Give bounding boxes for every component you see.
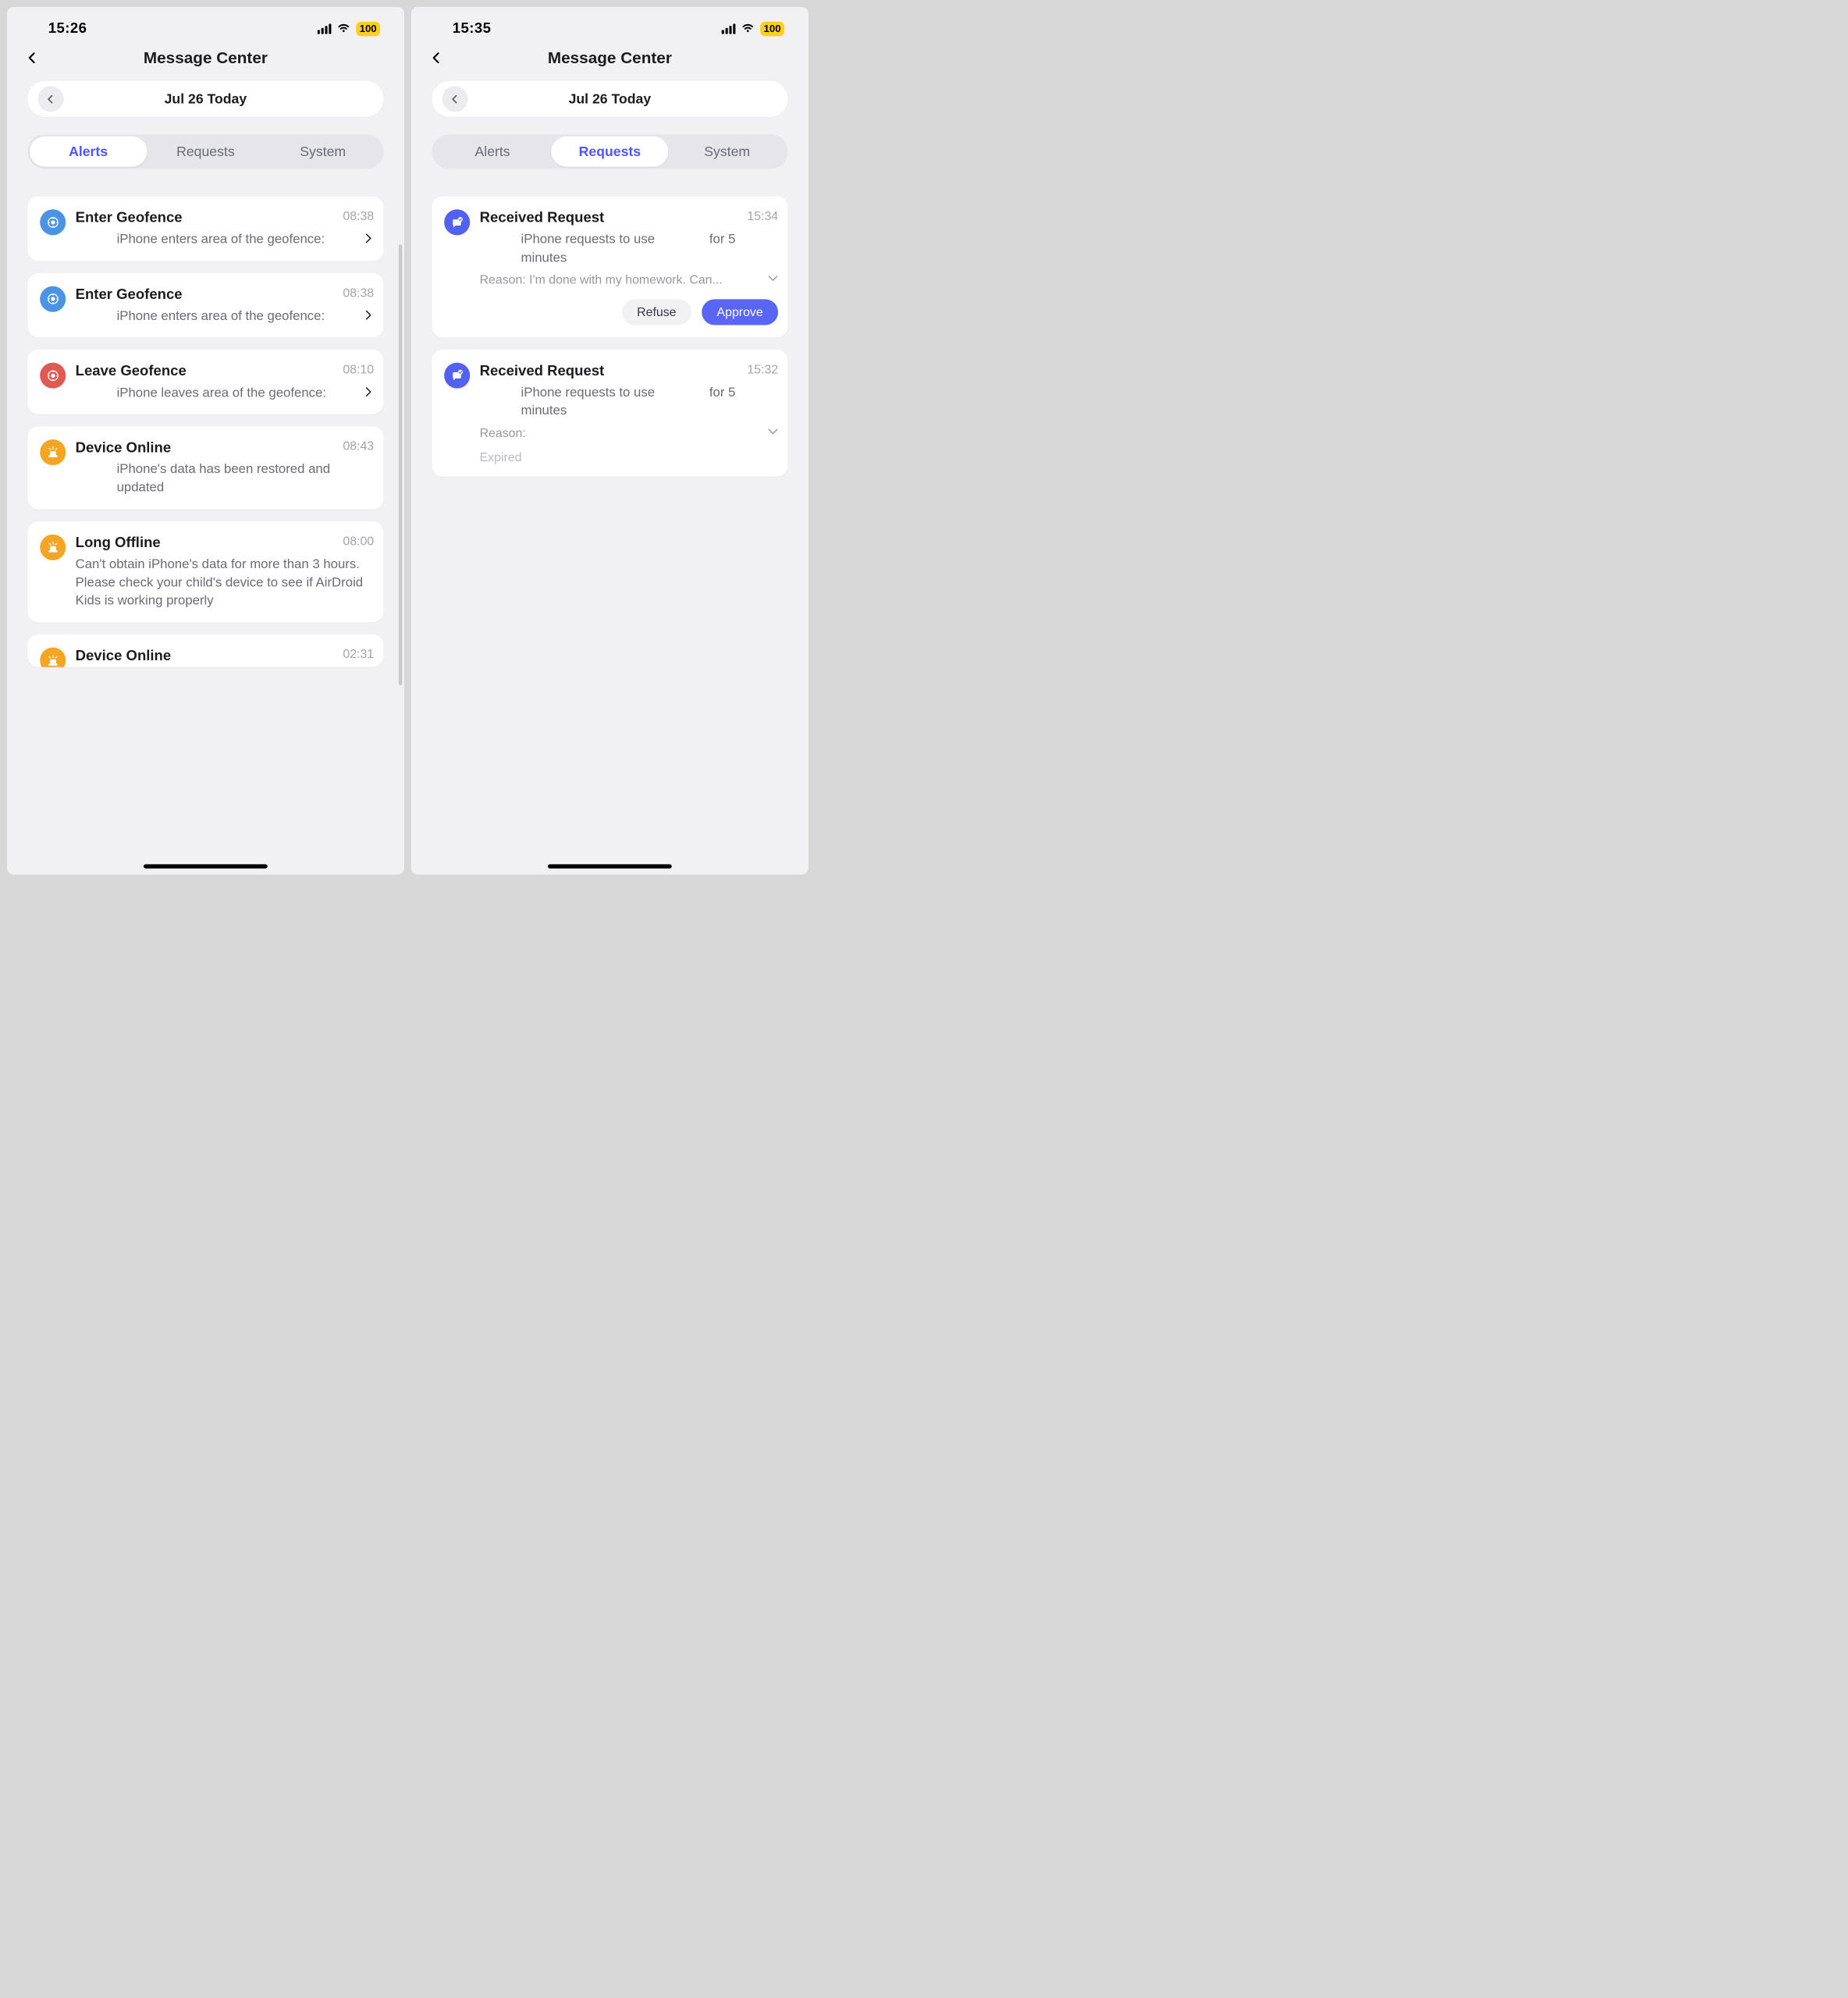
request-icon xyxy=(444,209,470,235)
date-label: Jul 26 Today xyxy=(38,91,374,107)
chevron-right-icon xyxy=(364,310,374,322)
phone-screen-requests: 15:35 100 Message Center Jul 26 Today Al… xyxy=(411,7,808,875)
chevron-right-icon xyxy=(364,233,374,245)
page-title: Message Center xyxy=(428,48,791,67)
cellular-signal-icon xyxy=(722,23,736,34)
tab-alerts[interactable]: Alerts xyxy=(434,137,551,167)
alert-description: iPhone enters area of the geofence: xyxy=(76,230,361,248)
alert-card[interactable]: Enter Geofence 08:38 iPhone enters area … xyxy=(27,273,383,338)
alert-title: Device Online xyxy=(76,439,336,456)
refuse-button[interactable]: Refuse xyxy=(622,299,691,325)
request-expired-label: Expired xyxy=(480,450,779,464)
battery-indicator: 100 xyxy=(760,22,784,37)
alert-card[interactable]: Leave Geofence 08:10 iPhone leaves area … xyxy=(27,350,383,414)
date-selector: Jul 26 Today xyxy=(432,81,787,117)
alerts-list: Enter Geofence 08:38 iPhone enters area … xyxy=(27,196,383,667)
alert-title: Leave Geofence xyxy=(76,362,336,379)
alert-description: Can't obtain iPhone's data for more than… xyxy=(76,555,375,610)
status-indicators: 100 xyxy=(318,22,380,37)
status-time: 15:35 xyxy=(453,20,492,36)
request-description: iPhone requests to use for 5 minutes xyxy=(480,383,779,420)
alert-title: Enter Geofence xyxy=(76,208,336,226)
alert-title: Enter Geofence xyxy=(76,286,336,303)
geofence-enter-icon xyxy=(40,286,66,311)
device-status-icon xyxy=(40,648,66,667)
request-reason: Reason: xyxy=(480,425,761,440)
alert-card[interactable]: Long Offline 08:00 Can't obtain iPhone's… xyxy=(27,521,383,623)
request-card[interactable]: Received Request 15:34 iPhone requests t… xyxy=(432,196,787,337)
status-indicators: 100 xyxy=(722,22,784,37)
tab-requests[interactable]: Requests xyxy=(551,137,668,167)
geofence-leave-icon xyxy=(40,363,66,389)
wifi-icon xyxy=(741,23,754,36)
requests-list: Received Request 15:34 iPhone requests t… xyxy=(432,196,787,476)
alert-time: 08:38 xyxy=(343,286,374,300)
battery-indicator: 100 xyxy=(356,22,380,37)
page-header: Message Center xyxy=(411,44,808,80)
home-indicator[interactable] xyxy=(548,864,672,868)
tab-alerts[interactable]: Alerts xyxy=(30,137,147,167)
expand-reason-icon[interactable] xyxy=(768,273,778,285)
alert-time: 08:10 xyxy=(343,362,374,377)
request-title: Received Request xyxy=(480,362,741,379)
request-icon xyxy=(444,362,470,388)
segment-tabs: Alerts Requests System xyxy=(432,134,787,169)
alert-title: Device Online xyxy=(76,647,336,664)
device-status-icon xyxy=(40,439,66,465)
request-time: 15:32 xyxy=(747,362,778,377)
tab-system[interactable]: System xyxy=(265,137,382,167)
alert-time: 08:43 xyxy=(343,439,374,453)
page-header: Message Center xyxy=(7,44,404,80)
alert-description: iPhone's data has been restored and upda… xyxy=(76,460,375,496)
request-actions: Refuse Approve xyxy=(480,299,779,325)
chevron-right-icon xyxy=(364,386,374,398)
alert-time: 02:31 xyxy=(343,647,374,662)
request-time: 15:34 xyxy=(747,208,778,223)
cellular-signal-icon xyxy=(318,23,332,34)
page-title: Message Center xyxy=(24,48,387,67)
wifi-icon xyxy=(337,23,350,36)
request-title: Received Request xyxy=(480,208,741,226)
status-bar: 15:35 100 xyxy=(411,7,808,45)
date-label: Jul 26 Today xyxy=(442,91,778,107)
phone-screen-alerts: 15:26 100 Message Center Jul 26 Today Al… xyxy=(7,7,404,875)
request-reason: Reason: I'm done with my homework. Can..… xyxy=(480,272,761,287)
tab-system[interactable]: System xyxy=(669,137,786,167)
alert-title: Long Offline xyxy=(76,534,336,551)
request-card[interactable]: Received Request 15:32 iPhone requests t… xyxy=(432,350,787,477)
alert-description: iPhone leaves area of the geofence: xyxy=(76,383,361,401)
device-status-icon xyxy=(40,535,66,560)
status-bar: 15:26 100 xyxy=(7,7,404,45)
home-indicator[interactable] xyxy=(144,864,268,868)
alert-card[interactable]: Device Online 02:31 xyxy=(27,635,383,667)
approve-button[interactable]: Approve xyxy=(702,299,778,325)
expand-reason-icon[interactable] xyxy=(768,427,778,439)
alert-time: 08:00 xyxy=(343,534,374,549)
tab-requests[interactable]: Requests xyxy=(147,137,264,167)
segment-tabs: Alerts Requests System xyxy=(27,134,383,169)
status-time: 15:26 xyxy=(48,20,87,36)
alert-card[interactable]: Device Online 08:43 iPhone's data has be… xyxy=(27,426,383,509)
request-description: iPhone requests to use for 5 minutes xyxy=(480,230,779,267)
geofence-enter-icon xyxy=(40,209,66,235)
alert-card[interactable]: Enter Geofence 08:38 iPhone enters area … xyxy=(27,196,383,261)
scrollbar[interactable] xyxy=(399,244,402,685)
alert-time: 08:38 xyxy=(343,208,374,223)
alert-description: iPhone enters area of the geofence: xyxy=(76,307,361,325)
date-selector: Jul 26 Today xyxy=(27,81,383,117)
